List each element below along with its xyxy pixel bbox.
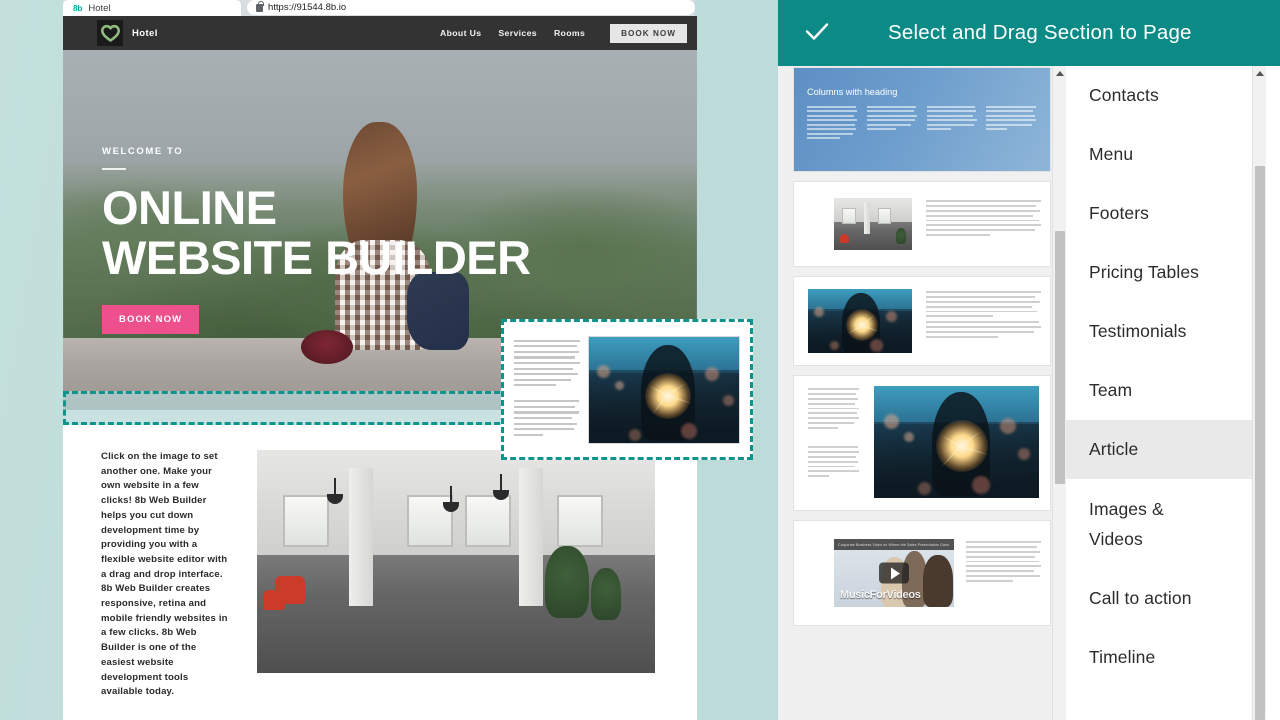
category-item-article[interactable]: Article (1066, 420, 1266, 479)
article-office-photo[interactable] (257, 450, 655, 673)
category-label: Testimonials (1089, 321, 1187, 341)
ghost-text-block (514, 339, 580, 440)
video-play-icon[interactable] (879, 562, 909, 584)
address-bar[interactable]: https://91544.8b.io (247, 0, 695, 15)
browser-tab-title: Hotel (88, 2, 111, 14)
section-picker-panel: Select and Drag Section to Page Columns … (778, 0, 1280, 720)
category-item-contacts[interactable]: Contacts (1066, 66, 1266, 125)
category-item-call-to-action[interactable]: Call to action (1066, 569, 1266, 628)
thumbnail-video-left-text-right[interactable]: Corporate Business Video on Where the Sa… (794, 521, 1050, 625)
site-brand-name: Hotel (132, 27, 158, 39)
hero-book-now-button[interactable]: BOOK NOW (102, 305, 200, 334)
ghost-sparkler-image (588, 335, 740, 444)
video-watermark: MusicForVideos (840, 589, 921, 601)
site-nav: About Us Services Rooms BOOK NOW (440, 23, 687, 43)
section-drop-placeholder[interactable] (63, 391, 509, 425)
panel-header: Select and Drag Section to Page (778, 0, 1280, 66)
category-label: Pricing Tables (1089, 262, 1200, 282)
category-label: Contacts (1089, 85, 1159, 105)
category-label: Team (1089, 380, 1133, 400)
category-item-images-and-videos[interactable]: Images & Videos (1066, 479, 1266, 569)
category-label: Timeline (1089, 647, 1156, 667)
heart-leaf-logo-icon (97, 20, 123, 46)
hero-kicker: WELCOME TO (102, 146, 184, 157)
article-paragraph: Click on the image to set another one. M… (101, 451, 228, 698)
site-brand[interactable]: Hotel (97, 20, 158, 46)
hero-content: WELCOME TO ONLINE WEBSITE BUILDER BOOK N… (102, 146, 531, 334)
hero-title-line-2: WEBSITE BUILDER (102, 231, 531, 284)
thumbnail-title: Columns with heading (807, 87, 898, 97)
nav-link-services[interactable]: Services (498, 28, 537, 38)
category-label: Call to action (1089, 588, 1192, 608)
site-favicon-8b: 8b (73, 3, 83, 13)
thumbnail-columns-with-heading[interactable]: Columns with heading (794, 68, 1050, 171)
app-root: 8b Hotel https://91544.8b.io Hotel About… (0, 0, 1280, 720)
categories-scrollbar[interactable] (1252, 66, 1266, 720)
section-thumbnail-list[interactable]: Columns with heading Corporate Business … (778, 66, 1066, 720)
thumbnail-image-left-text-right[interactable] (794, 182, 1050, 266)
category-item-testimonials[interactable]: Testimonials (1066, 302, 1266, 361)
category-label: Menu (1089, 144, 1134, 164)
category-item-timeline[interactable]: Timeline (1066, 628, 1266, 687)
category-item-team[interactable]: Team (1066, 361, 1266, 420)
category-label: Images & Videos (1089, 499, 1164, 549)
browser-tab[interactable]: 8b Hotel (63, 0, 241, 16)
category-item-pricing-tables[interactable]: Pricing Tables (1066, 243, 1266, 302)
category-item-menu[interactable]: Menu (1066, 125, 1266, 184)
category-label: Article (1089, 439, 1139, 459)
category-label: Footers (1089, 203, 1150, 223)
nav-link-about-us[interactable]: About Us (440, 28, 481, 38)
hero-title-line-1: ONLINE (102, 181, 277, 234)
dragged-section-preview[interactable] (501, 319, 753, 460)
check-icon[interactable] (800, 14, 834, 53)
scroll-up-arrow-icon[interactable] (1053, 66, 1066, 80)
nav-link-rooms[interactable]: Rooms (554, 28, 585, 38)
hero-divider (102, 168, 126, 170)
scroll-up-arrow-icon[interactable] (1253, 66, 1266, 80)
nav-book-now-button[interactable]: BOOK NOW (610, 23, 687, 43)
category-item-footers[interactable]: Footers (1066, 184, 1266, 243)
scrollbar-thumb[interactable] (1255, 166, 1265, 720)
section-category-list[interactable]: Contacts Menu Footers Pricing Tables Tes… (1066, 66, 1266, 720)
address-bar-url: https://91544.8b.io (268, 2, 347, 13)
thumbnail-text-left-sparkler-right[interactable] (794, 376, 1050, 510)
lock-icon (256, 0, 264, 12)
scrollbar-thumb[interactable] (1055, 231, 1065, 484)
thumbnails-scrollbar[interactable] (1052, 66, 1066, 720)
site-header: Hotel About Us Services Rooms BOOK NOW (63, 16, 697, 50)
panel-title: Select and Drag Section to Page (888, 21, 1192, 44)
thumbnail-sparkler-image-left[interactable] (794, 277, 1050, 365)
panel-body: Columns with heading Corporate Business … (778, 66, 1280, 720)
